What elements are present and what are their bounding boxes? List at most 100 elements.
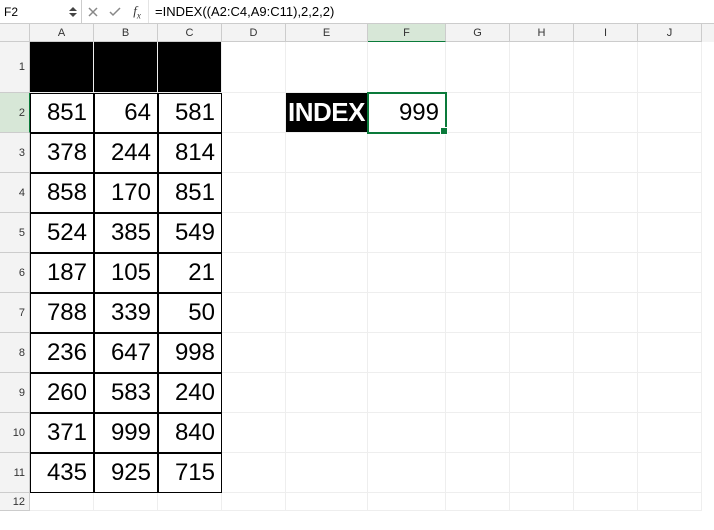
cell-D3[interactable] (222, 133, 286, 173)
cell-E5[interactable] (286, 213, 368, 253)
cell-J7[interactable] (638, 293, 702, 333)
cell-E1[interactable] (286, 42, 368, 93)
cell-C4[interactable]: 851 (158, 173, 222, 213)
row-header-12[interactable]: 12 (0, 493, 30, 511)
cell-H5[interactable] (510, 213, 574, 253)
cell-A1[interactable] (30, 42, 94, 93)
cell-E2[interactable]: INDEX (286, 93, 368, 133)
cell-G3[interactable] (446, 133, 510, 173)
cell-A3[interactable]: 378 (30, 133, 94, 173)
cell-D2[interactable] (222, 93, 286, 133)
cell-F7[interactable] (368, 293, 446, 333)
cell-H1[interactable] (510, 42, 574, 93)
cell-J6[interactable] (638, 253, 702, 293)
cell-B7[interactable]: 339 (94, 293, 158, 333)
cell-F10[interactable] (368, 413, 446, 453)
cell-C9[interactable]: 240 (158, 373, 222, 413)
cell-F2[interactable]: 999 (368, 93, 446, 133)
col-header-H[interactable]: H (510, 24, 574, 42)
cell-C3[interactable]: 814 (158, 133, 222, 173)
cell-G9[interactable] (446, 373, 510, 413)
row-header-2[interactable]: 2 (0, 93, 30, 133)
cell-E10[interactable] (286, 413, 368, 453)
cell-G8[interactable] (446, 333, 510, 373)
cell-G1[interactable] (446, 42, 510, 93)
cell-A2[interactable]: 851 (30, 93, 94, 133)
cell-I10[interactable] (574, 413, 638, 453)
cell-I5[interactable] (574, 213, 638, 253)
cell-J10[interactable] (638, 413, 702, 453)
cell-I4[interactable] (574, 173, 638, 213)
cell-A6[interactable]: 187 (30, 253, 94, 293)
cell-B6[interactable]: 105 (94, 253, 158, 293)
cell-D4[interactable] (222, 173, 286, 213)
cell-J9[interactable] (638, 373, 702, 413)
cell-D12[interactable] (222, 493, 286, 511)
cell-E8[interactable] (286, 333, 368, 373)
cell-H2[interactable] (510, 93, 574, 133)
col-header-J[interactable]: J (638, 24, 702, 42)
row-header-8[interactable]: 8 (0, 333, 30, 373)
cell-A10[interactable]: 371 (30, 413, 94, 453)
cell-H3[interactable] (510, 133, 574, 173)
name-box-stepper[interactable] (69, 6, 77, 18)
cell-C11[interactable]: 715 (158, 453, 222, 493)
cell-J4[interactable] (638, 173, 702, 213)
cell-A9[interactable]: 260 (30, 373, 94, 413)
cell-E11[interactable] (286, 453, 368, 493)
cell-E12[interactable] (286, 493, 368, 511)
cell-B9[interactable]: 583 (94, 373, 158, 413)
cell-J12[interactable] (638, 493, 702, 511)
cell-H11[interactable] (510, 453, 574, 493)
formula-input[interactable]: =INDEX((A2:C4,A9:C11),2,2,2) (148, 0, 714, 23)
cell-A11[interactable]: 435 (30, 453, 94, 493)
cell-B10[interactable]: 999 (94, 413, 158, 453)
cell-A5[interactable]: 524 (30, 213, 94, 253)
row-header-11[interactable]: 11 (0, 453, 30, 493)
cell-A7[interactable]: 788 (30, 293, 94, 333)
cell-C8[interactable]: 998 (158, 333, 222, 373)
cell-E9[interactable] (286, 373, 368, 413)
row-header-3[interactable]: 3 (0, 133, 30, 173)
cell-H8[interactable] (510, 333, 574, 373)
cell-C12[interactable] (158, 493, 222, 511)
cell-J1[interactable] (638, 42, 702, 93)
cell-B2[interactable]: 64 (94, 93, 158, 133)
cell-F1[interactable] (368, 42, 446, 93)
cell-F4[interactable] (368, 173, 446, 213)
cell-I7[interactable] (574, 293, 638, 333)
col-header-D[interactable]: D (222, 24, 286, 42)
row-header-5[interactable]: 5 (0, 213, 30, 253)
cell-G4[interactable] (446, 173, 510, 213)
cell-H4[interactable] (510, 173, 574, 213)
cell-B8[interactable]: 647 (94, 333, 158, 373)
cell-D6[interactable] (222, 253, 286, 293)
cell-J2[interactable] (638, 93, 702, 133)
cell-D10[interactable] (222, 413, 286, 453)
col-header-C[interactable]: C (158, 24, 222, 42)
row-header-9[interactable]: 9 (0, 373, 30, 413)
cell-J8[interactable] (638, 333, 702, 373)
col-header-B[interactable]: B (94, 24, 158, 42)
cell-G11[interactable] (446, 453, 510, 493)
col-header-I[interactable]: I (574, 24, 638, 42)
cell-I6[interactable] (574, 253, 638, 293)
cell-F3[interactable] (368, 133, 446, 173)
cell-C1[interactable] (158, 42, 222, 93)
cell-I3[interactable] (574, 133, 638, 173)
cell-C6[interactable]: 21 (158, 253, 222, 293)
cell-J3[interactable] (638, 133, 702, 173)
row-header-1[interactable]: 1 (0, 42, 30, 93)
cell-B1[interactable] (94, 42, 158, 93)
cell-C10[interactable]: 840 (158, 413, 222, 453)
cancel-formula-button[interactable] (82, 0, 104, 23)
confirm-formula-button[interactable] (104, 0, 126, 23)
cell-H10[interactable] (510, 413, 574, 453)
cell-J5[interactable] (638, 213, 702, 253)
cell-B12[interactable] (94, 493, 158, 511)
cell-F11[interactable] (368, 453, 446, 493)
cell-A8[interactable]: 236 (30, 333, 94, 373)
cell-D7[interactable] (222, 293, 286, 333)
cell-E6[interactable] (286, 253, 368, 293)
cell-G6[interactable] (446, 253, 510, 293)
